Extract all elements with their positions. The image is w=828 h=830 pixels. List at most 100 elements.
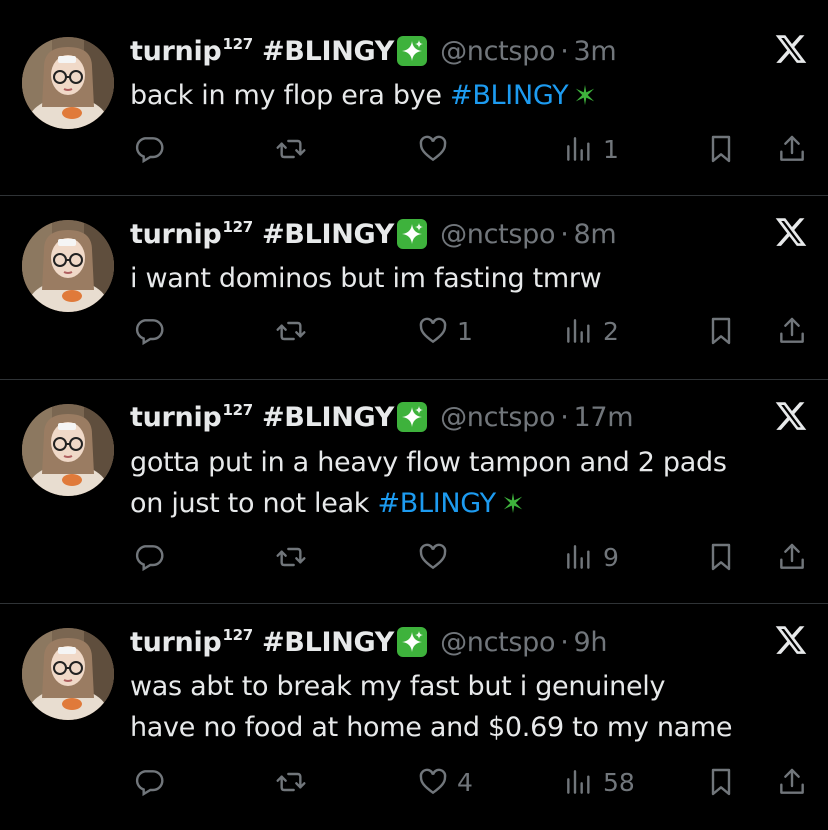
reply-button[interactable] bbox=[133, 315, 165, 347]
bookmark-icon bbox=[705, 541, 737, 573]
reply-button[interactable] bbox=[133, 133, 165, 165]
reply-icon bbox=[133, 766, 165, 798]
views-button[interactable]: 58 bbox=[563, 766, 635, 798]
share-button[interactable] bbox=[776, 315, 808, 347]
view-count: 1 bbox=[603, 134, 619, 164]
tweet-text: was abt to break my fast but i genuinely… bbox=[130, 671, 733, 743]
hashtag-link[interactable]: #BLINGY bbox=[377, 488, 496, 519]
bookmark-button[interactable] bbox=[705, 766, 737, 798]
sparkle-icon bbox=[397, 402, 428, 432]
avatar[interactable] bbox=[22, 628, 114, 720]
views-button[interactable]: 9 bbox=[563, 541, 619, 573]
timestamp[interactable]: 8m bbox=[574, 219, 617, 250]
display-name[interactable]: turnip127 #BLINGY bbox=[130, 626, 394, 658]
retweet-button[interactable] bbox=[275, 541, 307, 573]
avatar[interactable] bbox=[22, 37, 114, 129]
retweet-button[interactable] bbox=[275, 315, 307, 347]
view-count: 58 bbox=[603, 767, 635, 797]
heart-icon bbox=[417, 541, 449, 573]
sparkle-icon bbox=[576, 84, 595, 106]
tweet[interactable]: turnip127 #BLINGY @nctspo · 17m gotta pu… bbox=[0, 380, 828, 603]
sparkle-icon bbox=[397, 219, 428, 249]
hashtag-link[interactable]: #BLINGY bbox=[450, 80, 569, 111]
tweet-text: gotta put in a heavy flow tampon and 2 p… bbox=[130, 447, 727, 519]
x-logo-icon[interactable] bbox=[774, 215, 808, 249]
handle[interactable]: @nctspo bbox=[440, 219, 555, 250]
like-button[interactable]: 1 bbox=[417, 315, 473, 347]
tweet-header: turnip127 #BLINGY @nctspo · 17m bbox=[130, 397, 634, 437]
share-icon bbox=[776, 766, 808, 798]
action-bar: 4 58 bbox=[0, 766, 828, 802]
share-button[interactable] bbox=[776, 541, 808, 573]
bookmark-icon bbox=[705, 315, 737, 347]
retweet-button[interactable] bbox=[275, 766, 307, 798]
like-button[interactable] bbox=[417, 541, 457, 573]
views-icon bbox=[563, 315, 595, 347]
display-name[interactable]: turnip127 #BLINGY bbox=[130, 218, 394, 250]
sparkle-icon bbox=[397, 36, 428, 66]
retweet-icon bbox=[275, 541, 307, 573]
x-logo-icon[interactable] bbox=[774, 623, 808, 657]
views-button[interactable]: 2 bbox=[563, 315, 619, 347]
like-button[interactable] bbox=[417, 133, 457, 165]
heart-icon bbox=[417, 766, 449, 798]
view-count: 9 bbox=[603, 542, 619, 572]
views-icon bbox=[563, 766, 595, 798]
tweet-text: back in my flop era bye #BLINGY bbox=[130, 75, 820, 116]
views-icon bbox=[563, 541, 595, 573]
separator: · bbox=[560, 35, 569, 67]
retweet-icon bbox=[275, 133, 307, 165]
handle[interactable]: @nctspo bbox=[440, 36, 555, 67]
like-count: 4 bbox=[457, 767, 473, 797]
tweet-header: turnip127 #BLINGY @nctspo · 3m bbox=[130, 31, 617, 71]
heart-icon bbox=[417, 315, 449, 347]
action-bar: 9 bbox=[0, 541, 828, 577]
view-count: 2 bbox=[603, 316, 619, 346]
separator: · bbox=[560, 401, 569, 433]
x-logo-icon[interactable] bbox=[774, 399, 808, 433]
display-name[interactable]: turnip127 #BLINGY bbox=[130, 401, 394, 433]
tweet-text: i want dominos but im fasting tmrw bbox=[130, 263, 602, 294]
retweet-button[interactable] bbox=[275, 133, 307, 165]
separator: · bbox=[560, 626, 569, 658]
action-bar: 1 bbox=[0, 133, 828, 169]
bookmark-button[interactable] bbox=[705, 133, 737, 165]
bookmark-button[interactable] bbox=[705, 315, 737, 347]
share-icon bbox=[776, 315, 808, 347]
share-button[interactable] bbox=[776, 133, 808, 165]
reply-button[interactable] bbox=[133, 766, 165, 798]
share-icon bbox=[776, 133, 808, 165]
sparkle-icon bbox=[397, 627, 428, 657]
tweet[interactable]: turnip127 #BLINGY @nctspo · 9h was abt t… bbox=[0, 604, 828, 830]
bookmark-button[interactable] bbox=[705, 541, 737, 573]
display-name[interactable]: turnip127 #BLINGY bbox=[130, 35, 394, 67]
avatar[interactable] bbox=[22, 220, 114, 312]
handle[interactable]: @nctspo bbox=[440, 627, 555, 658]
views-button[interactable]: 1 bbox=[563, 133, 619, 165]
bookmark-icon bbox=[705, 133, 737, 165]
timestamp[interactable]: 17m bbox=[574, 402, 634, 433]
timestamp[interactable]: 3m bbox=[574, 36, 617, 67]
handle[interactable]: @nctspo bbox=[440, 402, 555, 433]
tweet[interactable]: turnip127 #BLINGY @nctspo · 3m back in m… bbox=[0, 0, 828, 195]
timestamp[interactable]: 9h bbox=[574, 627, 608, 658]
heart-icon bbox=[417, 133, 449, 165]
like-count: 1 bbox=[457, 316, 473, 346]
reply-button[interactable] bbox=[133, 541, 165, 573]
retweet-icon bbox=[275, 766, 307, 798]
like-button[interactable]: 4 bbox=[417, 766, 473, 798]
retweet-icon bbox=[275, 315, 307, 347]
x-logo-icon[interactable] bbox=[774, 32, 808, 66]
tweet[interactable]: turnip127 #BLINGY @nctspo · 8m i want do… bbox=[0, 196, 828, 379]
bookmark-icon bbox=[705, 766, 737, 798]
tweet-header: turnip127 #BLINGY @nctspo · 9h bbox=[130, 622, 608, 662]
tweet-header: turnip127 #BLINGY @nctspo · 8m bbox=[130, 214, 617, 254]
sparkle-icon bbox=[503, 492, 522, 514]
reply-icon bbox=[133, 541, 165, 573]
share-icon bbox=[776, 541, 808, 573]
reply-icon bbox=[133, 315, 165, 347]
separator: · bbox=[560, 218, 569, 250]
share-button[interactable] bbox=[776, 766, 808, 798]
avatar[interactable] bbox=[22, 404, 114, 496]
tweet-feed: turnip127 #BLINGY @nctspo · 3m back in m… bbox=[0, 0, 828, 830]
